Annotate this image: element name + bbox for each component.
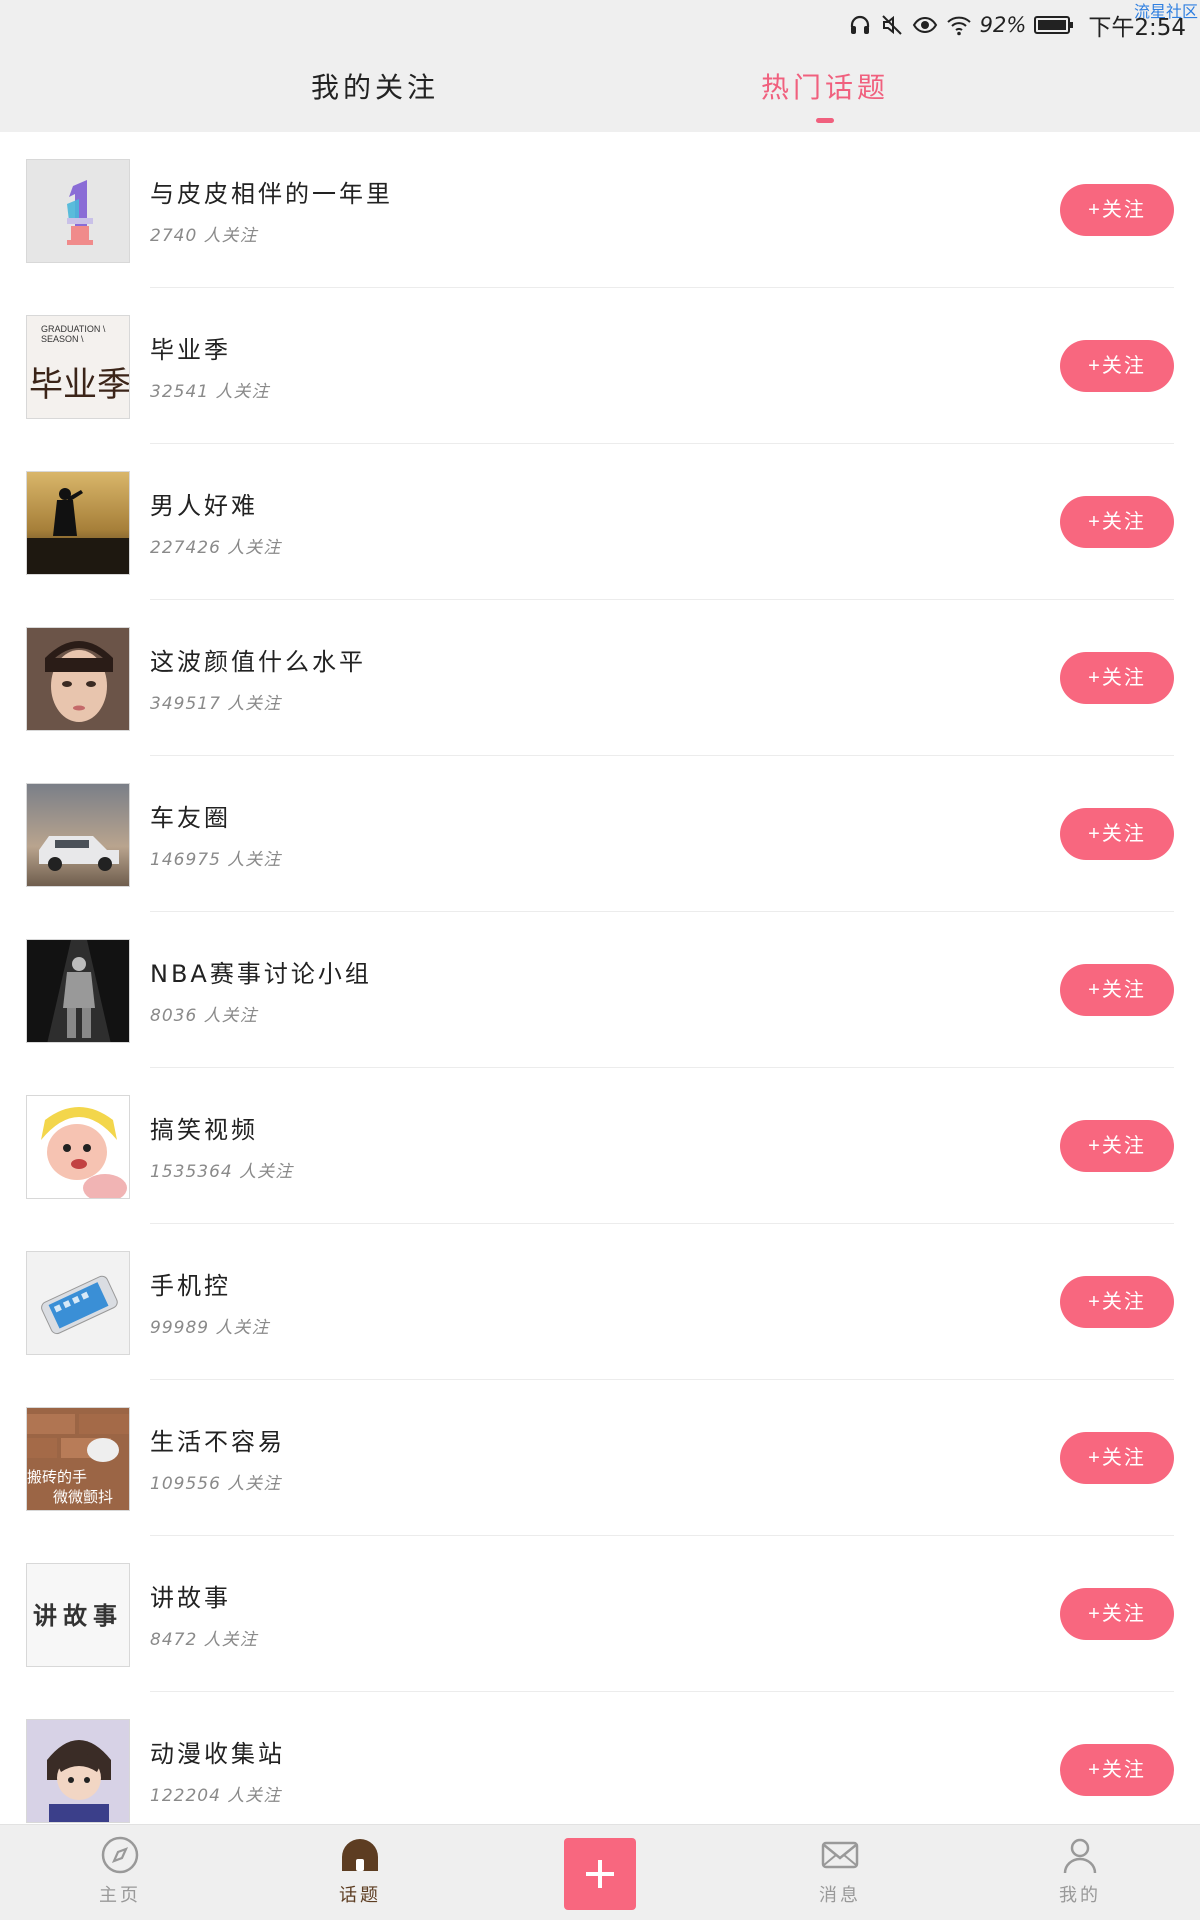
tab-my-follows[interactable]: 我的关注 xyxy=(275,66,475,110)
topic-thumbnail-basketball[interactable] xyxy=(26,939,130,1043)
tab-hot-topics[interactable]: 热门话题 xyxy=(725,66,925,110)
topic-row[interactable]: 动漫收集站 122204 人关注 +关注 xyxy=(0,1692,1200,1824)
follow-button[interactable]: +关注 xyxy=(1060,1432,1174,1484)
battery-percent: 92% xyxy=(979,13,1027,37)
eye-icon xyxy=(912,13,938,37)
topic-follower-count: 32541 人关注 xyxy=(150,382,270,402)
topic-row[interactable]: GRADUATION \ SEASON \ 毕业季 毕业季 32541 人关注 … xyxy=(0,288,1200,444)
nav-topics-label: 话题 xyxy=(339,1885,381,1906)
topic-thumbnail-anniversary[interactable] xyxy=(26,159,130,263)
topic-follower-count: 1535364 人关注 xyxy=(150,1162,294,1182)
topic-name[interactable]: 手机控 xyxy=(150,1266,231,1301)
mail-icon xyxy=(780,1835,900,1875)
topic-row[interactable]: 讲故事 讲故事 8472 人关注 +关注 xyxy=(0,1536,1200,1692)
follow-button[interactable]: +关注 xyxy=(1060,1120,1174,1172)
topic-follower-count: 349517 人关注 xyxy=(150,694,282,714)
compass-icon xyxy=(60,1835,180,1875)
topic-follower-count: 99989 人关注 xyxy=(150,1318,270,1338)
topic-row[interactable]: 手机控 99989 人关注 +关注 xyxy=(0,1224,1200,1380)
topic-list[interactable]: 与皮皮相伴的一年里 2740 人关注 +关注 GRADUATION \ SEAS… xyxy=(0,132,1200,1824)
follow-button[interactable]: +关注 xyxy=(1060,340,1174,392)
plus-icon xyxy=(564,1860,636,1914)
thumb-graduation-big: 毕业季 xyxy=(29,365,130,405)
topic-name[interactable]: 讲故事 xyxy=(150,1578,231,1613)
user-icon xyxy=(1020,1835,1140,1875)
topic-name[interactable]: NBA赛事讨论小组 xyxy=(150,954,372,989)
topic-thumbnail-anime[interactable] xyxy=(26,1719,130,1823)
follow-button[interactable]: +关注 xyxy=(1060,964,1174,1016)
add-post-button[interactable] xyxy=(564,1838,636,1910)
topic-icon xyxy=(300,1835,420,1875)
battery-icon xyxy=(1034,14,1074,36)
topic-thumbnail-cartoon[interactable] xyxy=(26,1095,130,1199)
status-indicators: 92% 下午2:54 xyxy=(848,10,1186,41)
topic-row[interactable]: 搞笑视频 1535364 人关注 +关注 xyxy=(0,1068,1200,1224)
nav-profile-label: 我的 xyxy=(1059,1885,1101,1906)
mute-icon xyxy=(880,13,904,37)
thumb-graduation-line2: SEASON \ xyxy=(41,334,84,344)
nav-home[interactable]: 主页 xyxy=(60,1835,180,1915)
status-bar: 流星社区 92% 下午2:54 xyxy=(0,0,1200,48)
topic-thumbnail-portrait[interactable] xyxy=(26,627,130,731)
clock-time: 下午2:54 xyxy=(1088,15,1186,41)
thumb-storytelling-text: 讲故事 xyxy=(33,1601,123,1630)
follow-button[interactable]: +关注 xyxy=(1060,1744,1174,1796)
topic-name[interactable]: 动漫收集站 xyxy=(150,1734,285,1769)
topic-follower-count: 227426 人关注 xyxy=(150,538,282,558)
follow-button[interactable]: +关注 xyxy=(1060,184,1174,236)
topic-row[interactable]: 车友圈 146975 人关注 +关注 xyxy=(0,756,1200,912)
topic-follower-count: 2740 人关注 xyxy=(150,226,258,246)
topic-name[interactable]: 车友圈 xyxy=(150,798,231,833)
active-tab-indicator xyxy=(816,118,834,123)
topic-name[interactable]: 生活不容易 xyxy=(150,1422,285,1457)
topic-thumbnail-silhouette[interactable] xyxy=(26,471,130,575)
topic-name[interactable]: 这波颜值什么水平 xyxy=(150,642,366,677)
topic-row[interactable]: 这波颜值什么水平 349517 人关注 +关注 xyxy=(0,600,1200,756)
thumb-graduation-line1: GRADUATION \ xyxy=(41,324,106,334)
topic-follower-count: 146975 人关注 xyxy=(150,850,282,870)
nav-messages-label: 消息 xyxy=(819,1885,861,1906)
follow-button[interactable]: +关注 xyxy=(1060,1276,1174,1328)
follow-button[interactable]: +关注 xyxy=(1060,1588,1174,1640)
topic-row[interactable]: NBA赛事讨论小组 8036 人关注 +关注 xyxy=(0,912,1200,1068)
topic-follower-count: 109556 人关注 xyxy=(150,1474,282,1494)
topic-row[interactable]: 搬砖的手 微微颤抖 生活不容易 109556 人关注 +关注 xyxy=(0,1380,1200,1536)
topic-name[interactable]: 毕业季 xyxy=(150,330,231,365)
nav-home-label: 主页 xyxy=(99,1885,141,1906)
headset-icon xyxy=(848,13,872,37)
topic-thumbnail-graduation[interactable]: GRADUATION \ SEASON \ 毕业季 xyxy=(26,315,130,419)
topic-row[interactable]: 与皮皮相伴的一年里 2740 人关注 +关注 xyxy=(0,132,1200,288)
topic-follower-count: 8472 人关注 xyxy=(150,1630,258,1650)
bottom-navigation: 主页 话题 消息 我的 xyxy=(0,1824,1200,1920)
topic-name[interactable]: 搞笑视频 xyxy=(150,1110,258,1145)
nav-topics[interactable]: 话题 xyxy=(300,1835,420,1915)
thumb-caption-2: 微微颤抖 xyxy=(53,1488,113,1506)
topic-thumbnail-car[interactable] xyxy=(26,783,130,887)
topic-follower-count: 122204 人关注 xyxy=(150,1786,282,1806)
thumb-caption-1: 搬砖的手 xyxy=(27,1468,87,1486)
top-tab-bar: 我的关注 热门话题 xyxy=(0,48,1200,132)
topic-name[interactable]: 与皮皮相伴的一年里 xyxy=(150,174,393,209)
topic-name[interactable]: 男人好难 xyxy=(150,486,258,521)
topic-follower-count: 8036 人关注 xyxy=(150,1006,258,1026)
topic-thumbnail-phone[interactable] xyxy=(26,1251,130,1355)
wifi-icon xyxy=(946,13,972,37)
topic-thumbnail-bricks[interactable]: 搬砖的手 微微颤抖 xyxy=(26,1407,130,1511)
topic-thumbnail-storytelling[interactable]: 讲故事 xyxy=(26,1563,130,1667)
follow-button[interactable]: +关注 xyxy=(1060,808,1174,860)
nav-messages[interactable]: 消息 xyxy=(780,1835,900,1915)
follow-button[interactable]: +关注 xyxy=(1060,652,1174,704)
nav-profile[interactable]: 我的 xyxy=(1020,1835,1140,1915)
topic-row[interactable]: 男人好难 227426 人关注 +关注 xyxy=(0,444,1200,600)
follow-button[interactable]: +关注 xyxy=(1060,496,1174,548)
